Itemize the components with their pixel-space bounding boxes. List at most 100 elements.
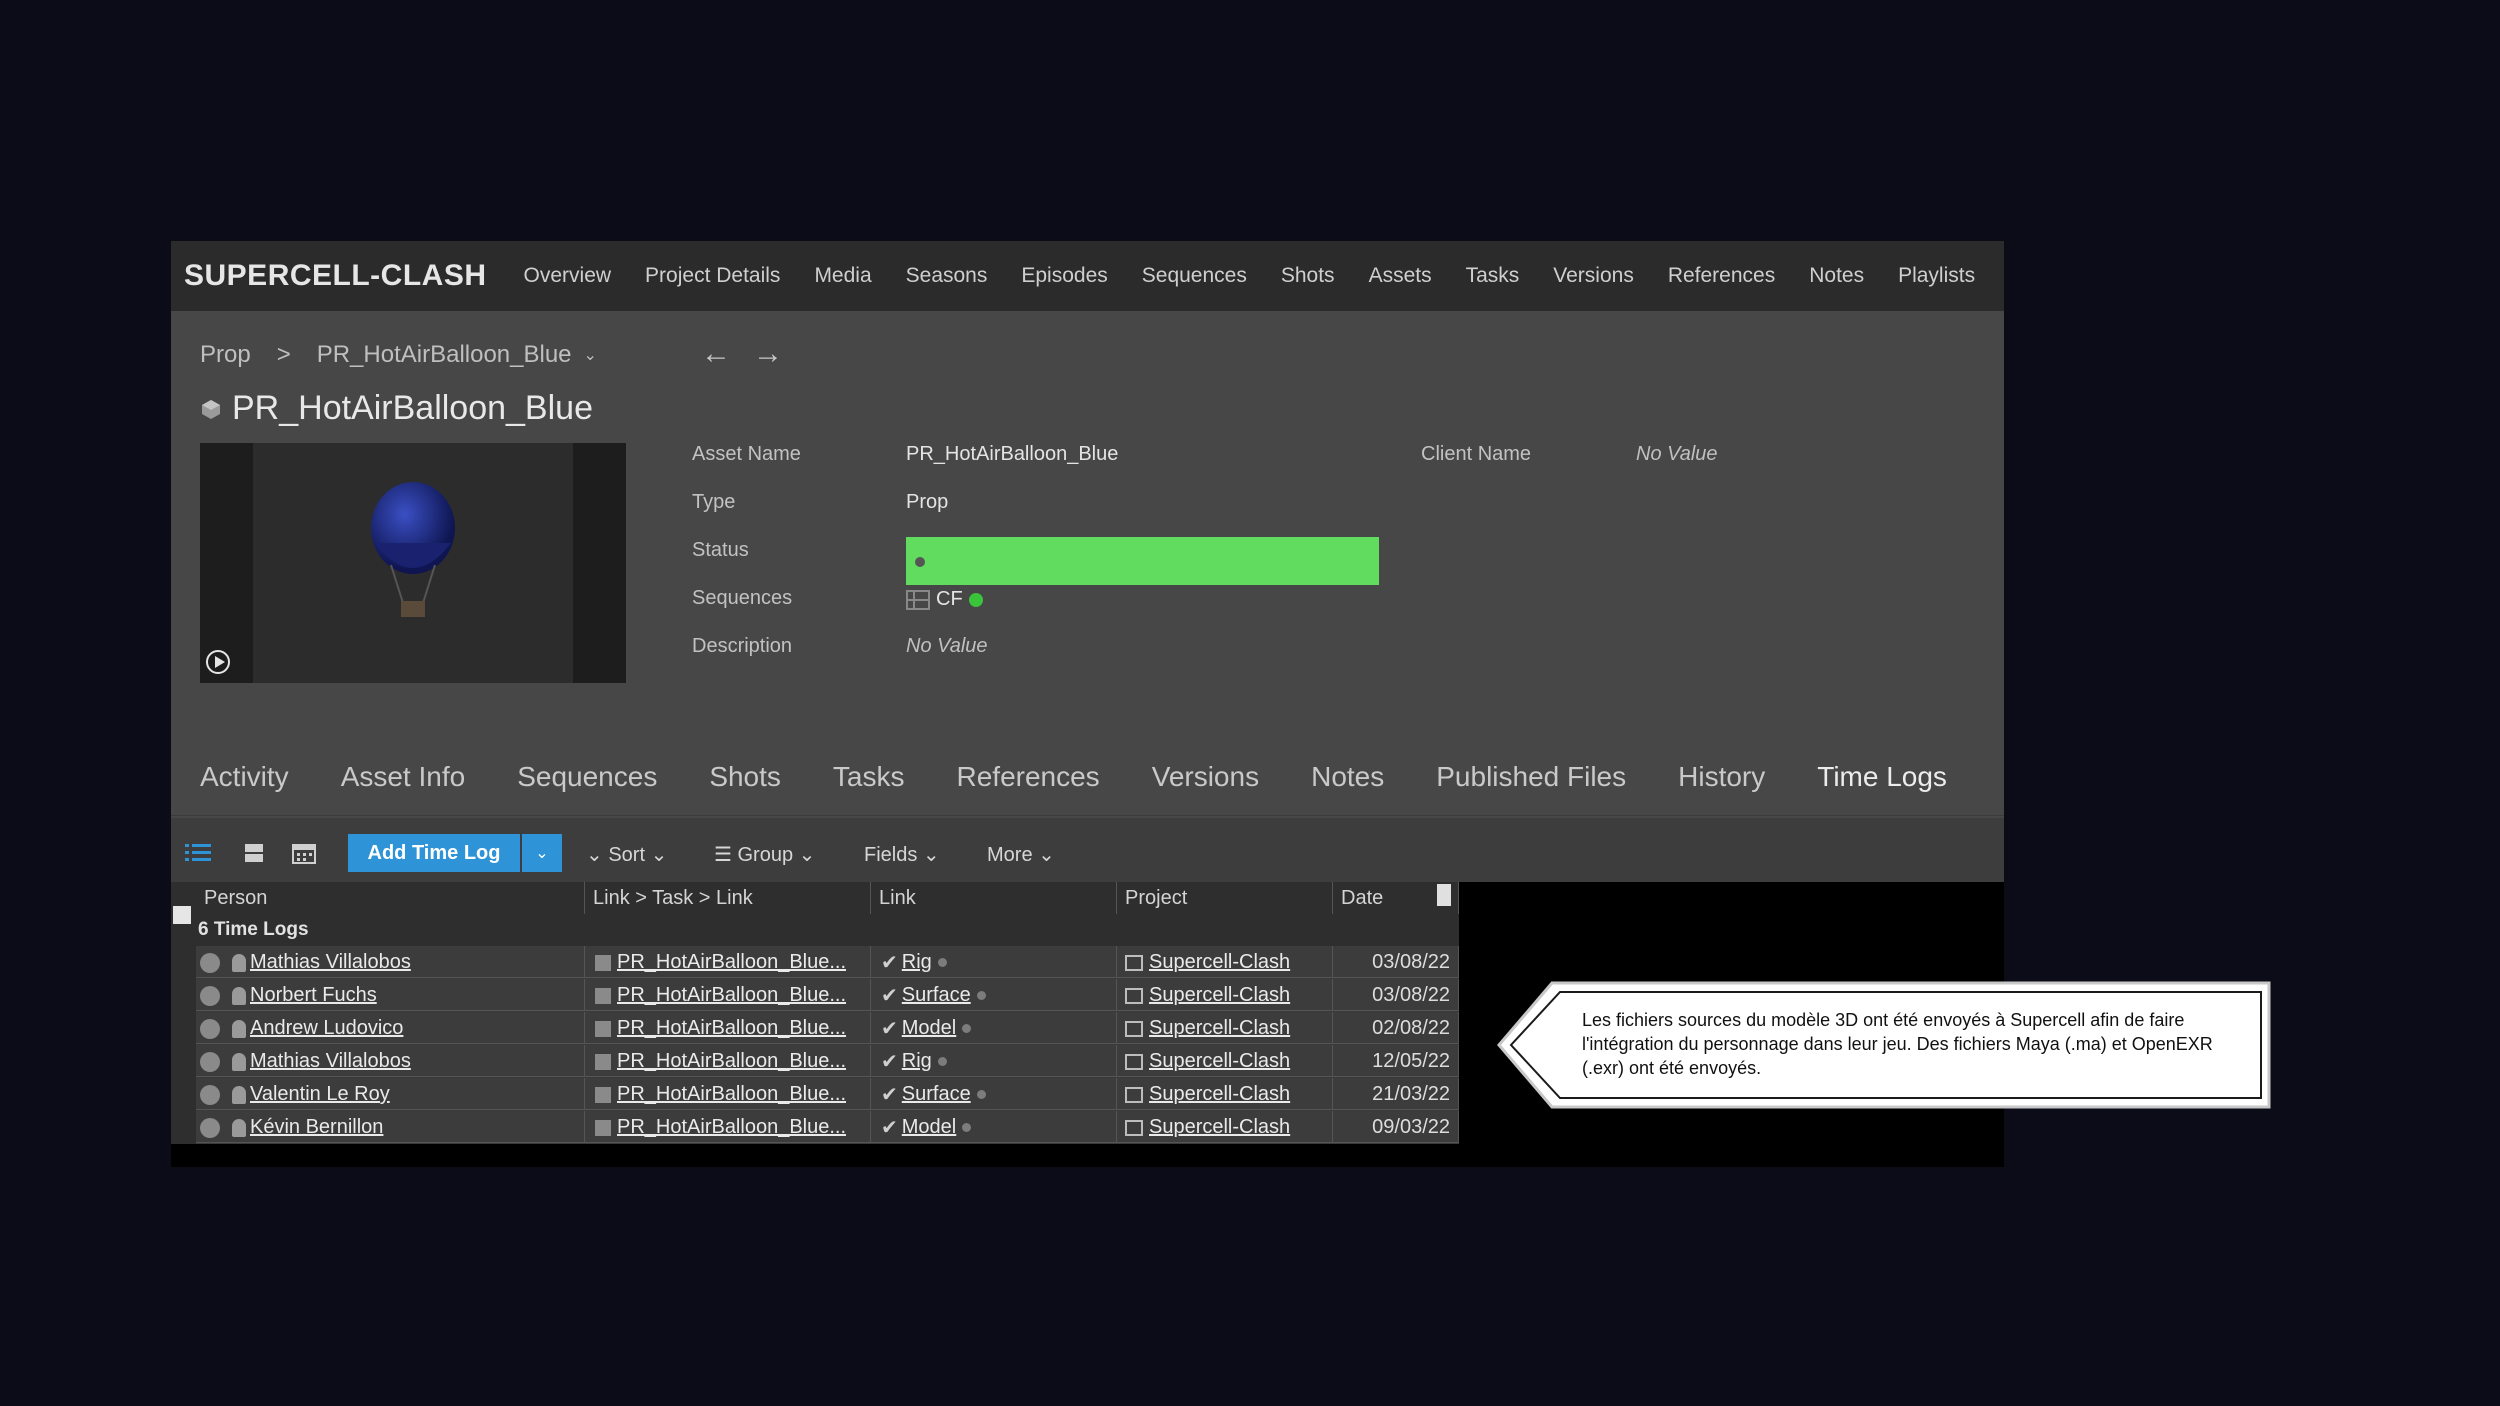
- person-link[interactable]: Mathias Villalobos: [250, 1050, 411, 1072]
- nav-episodes[interactable]: Episodes: [1021, 264, 1107, 288]
- table-row[interactable]: Kévin Bernillon PR_HotAirBalloon_Blue... ✔…: [196, 1111, 1459, 1143]
- tab-references[interactable]: References: [957, 761, 1100, 793]
- nav-overview[interactable]: Overview: [524, 264, 612, 288]
- tab-time-logs[interactable]: Time Logs: [1817, 761, 1947, 793]
- project-link[interactable]: Supercell-Clash: [1149, 1116, 1290, 1138]
- person-cell: Norbert Fuchs: [196, 979, 585, 1011]
- tab-published-files[interactable]: Published Files: [1436, 761, 1626, 793]
- table-row[interactable]: Mathias Villalobos PR_HotAirBalloon_Blue.…: [196, 1045, 1459, 1077]
- select-all-checkbox[interactable]: [173, 906, 191, 924]
- clock-icon[interactable]: [200, 1051, 220, 1072]
- tab-asset-info[interactable]: Asset Info: [341, 761, 466, 793]
- clock-icon[interactable]: [200, 1018, 220, 1039]
- tab-shots[interactable]: Shots: [709, 761, 781, 793]
- arrow-left-icon[interactable]: ←: [701, 337, 731, 371]
- group-button[interactable]: ☰ Group ⌄: [714, 842, 815, 867]
- entity-cell: PR_HotAirBalloon_Blue...: [585, 1045, 871, 1077]
- list-view-icon[interactable]: [185, 842, 211, 864]
- asset-link[interactable]: PR_HotAirBalloon_Blue...: [617, 1050, 846, 1072]
- tab-tasks[interactable]: Tasks: [833, 761, 905, 793]
- task-link[interactable]: Rig: [902, 1050, 932, 1072]
- column-header-project[interactable]: Project: [1117, 882, 1333, 914]
- clock-icon[interactable]: [200, 952, 220, 973]
- nav-notes[interactable]: Notes: [1809, 264, 1864, 288]
- asset-link[interactable]: PR_HotAirBalloon_Blue...: [617, 1116, 846, 1138]
- date-value[interactable]: 12/05/22: [1372, 1050, 1450, 1072]
- column-header-link[interactable]: Link: [871, 882, 1117, 914]
- nav-shots[interactable]: Shots: [1281, 264, 1335, 288]
- date-value[interactable]: 03/08/22: [1372, 984, 1450, 1006]
- project-link[interactable]: Supercell-Clash: [1149, 1050, 1290, 1072]
- asset-name-value[interactable]: PR_HotAirBalloon_Blue: [906, 443, 1118, 466]
- task-link[interactable]: Rig: [902, 951, 932, 973]
- client-name-value[interactable]: No Value: [1636, 443, 1718, 466]
- project-brand[interactable]: SUPERCELL-CLASH: [184, 259, 487, 293]
- table-row[interactable]: Norbert Fuchs PR_HotAirBalloon_Blue... ✔ Su…: [196, 979, 1459, 1011]
- person-link[interactable]: Andrew Ludovico: [250, 1017, 403, 1039]
- type-value[interactable]: Prop: [906, 491, 948, 514]
- task-link[interactable]: Model: [902, 1017, 956, 1039]
- date-value[interactable]: 02/08/22: [1372, 1017, 1450, 1039]
- detail-view-icon[interactable]: [241, 842, 267, 864]
- date-cell: 21/03/22: [1333, 1078, 1459, 1110]
- tab-activity[interactable]: Activity: [200, 761, 289, 793]
- nav-seasons[interactable]: Seasons: [906, 264, 988, 288]
- project-link[interactable]: Supercell-Clash: [1149, 1017, 1290, 1039]
- column-header-link-task-link[interactable]: Link > Task > Link: [585, 882, 871, 914]
- clock-icon[interactable]: [200, 1084, 220, 1105]
- date-value[interactable]: 21/03/22: [1372, 1083, 1450, 1105]
- tab-history[interactable]: History: [1678, 761, 1765, 793]
- table-row[interactable]: Valentin Le Roy PR_HotAirBalloon_Blue... ✔…: [196, 1078, 1459, 1110]
- asset-link[interactable]: PR_HotAirBalloon_Blue...: [617, 984, 846, 1006]
- fields-button[interactable]: Fields ⌄: [864, 842, 940, 867]
- nav-references[interactable]: References: [1668, 264, 1775, 288]
- chevron-down-icon[interactable]: ⌄: [584, 345, 597, 365]
- tab-versions[interactable]: Versions: [1152, 761, 1259, 793]
- nav-tasks[interactable]: Tasks: [1466, 264, 1520, 288]
- asset-link[interactable]: PR_HotAirBalloon_Blue...: [617, 951, 846, 973]
- sequences-value[interactable]: CF: [906, 588, 983, 611]
- task-link[interactable]: Model: [902, 1116, 956, 1138]
- tab-sequences[interactable]: Sequences: [517, 761, 657, 793]
- date-value[interactable]: 03/08/22: [1372, 951, 1450, 973]
- person-link[interactable]: Valentin Le Roy: [250, 1083, 390, 1105]
- nav-media[interactable]: Media: [814, 264, 871, 288]
- sort-button[interactable]: ⌄ Sort ⌄: [586, 842, 667, 867]
- person-link[interactable]: Norbert Fuchs: [250, 984, 377, 1006]
- group-header-row[interactable]: 6 Time Logs: [196, 914, 1459, 946]
- status-field[interactable]: [906, 537, 1379, 585]
- task-link[interactable]: Surface: [902, 1083, 971, 1105]
- date-value[interactable]: 09/03/22: [1372, 1116, 1450, 1138]
- breadcrumb-asset[interactable]: PR_HotAirBalloon_Blue: [317, 341, 572, 369]
- clock-icon[interactable]: [200, 985, 220, 1006]
- breadcrumb-type[interactable]: Prop: [200, 341, 251, 369]
- task-link[interactable]: Surface: [902, 984, 971, 1006]
- nav-project-details[interactable]: Project Details: [645, 264, 780, 288]
- calendar-view-icon[interactable]: [291, 842, 317, 864]
- table-row[interactable]: Mathias Villalobos PR_HotAirBalloon_Blue.…: [196, 946, 1459, 978]
- nav-playlists[interactable]: Playlists: [1898, 264, 1975, 288]
- clock-icon[interactable]: [200, 1117, 220, 1138]
- more-button[interactable]: More ⌄: [987, 842, 1055, 867]
- tab-notes[interactable]: Notes: [1311, 761, 1384, 793]
- arrow-right-icon[interactable]: →: [753, 337, 783, 371]
- project-link[interactable]: Supercell-Clash: [1149, 951, 1290, 973]
- table-row[interactable]: Andrew Ludovico PR_HotAirBalloon_Blue... ✔…: [196, 1012, 1459, 1044]
- sequence-code[interactable]: CF: [936, 588, 963, 611]
- nav-sequences[interactable]: Sequences: [1142, 264, 1247, 288]
- asset-link[interactable]: PR_HotAirBalloon_Blue...: [617, 1017, 846, 1039]
- project-link[interactable]: Supercell-Clash: [1149, 1083, 1290, 1105]
- column-header-person[interactable]: Person: [196, 882, 585, 914]
- add-column-icon[interactable]: [1437, 884, 1451, 906]
- person-link[interactable]: Mathias Villalobos: [250, 951, 411, 973]
- nav-versions[interactable]: Versions: [1553, 264, 1634, 288]
- add-time-log-dropdown[interactable]: ⌄: [522, 834, 562, 872]
- asset-link[interactable]: PR_HotAirBalloon_Blue...: [617, 1083, 846, 1105]
- person-link[interactable]: Kévin Bernillon: [250, 1116, 383, 1138]
- nav-assets[interactable]: Assets: [1369, 264, 1432, 288]
- project-link[interactable]: Supercell-Clash: [1149, 984, 1290, 1006]
- asset-thumbnail[interactable]: [200, 443, 626, 683]
- add-time-log-button[interactable]: Add Time Log: [348, 834, 520, 872]
- play-icon[interactable]: [206, 650, 230, 674]
- description-value[interactable]: No Value: [906, 635, 988, 658]
